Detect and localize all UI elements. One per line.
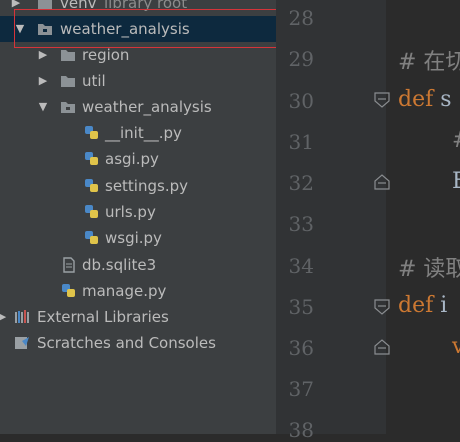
line-number: 34 bbox=[288, 254, 314, 278]
python-file-icon bbox=[85, 126, 98, 139]
line-number: 37 bbox=[288, 377, 314, 401]
library-icon bbox=[15, 310, 29, 323]
tree-item-asgi-py[interactable]: asgi.py bbox=[0, 146, 276, 172]
tree-item-label: wsgi.py bbox=[105, 229, 162, 247]
python-file-icon bbox=[85, 231, 98, 244]
python-file-icon bbox=[62, 284, 75, 297]
tree-item-label: db.sqlite3 bbox=[82, 256, 157, 274]
code-keyword: def bbox=[398, 293, 434, 318]
project-tree-panel: ▶ venv library root ▼ weather_analysis ▶… bbox=[0, 0, 276, 434]
scratches-icon bbox=[15, 337, 29, 349]
folder-icon bbox=[61, 50, 75, 61]
tree-item-util[interactable]: ▶ util bbox=[0, 68, 276, 94]
expand-arrow-icon[interactable]: ▶ bbox=[37, 68, 49, 94]
tree-item-external-libraries[interactable]: ▶ External Libraries bbox=[0, 304, 276, 330]
tree-item-manage-py[interactable]: manage.py bbox=[0, 278, 276, 304]
line-number: 30 bbox=[288, 89, 314, 113]
tree-item-label: __init__.py bbox=[105, 124, 182, 142]
tree-item-urls-py[interactable]: urls.py bbox=[0, 199, 276, 225]
tree-item-init-py[interactable]: __init__.py bbox=[0, 120, 276, 146]
code-line[interactable]: v bbox=[452, 334, 460, 359]
expand-arrow-icon[interactable]: ▶ bbox=[0, 304, 8, 330]
text-file-icon bbox=[63, 257, 75, 273]
line-number: 31 bbox=[288, 130, 314, 154]
tree-item-db-sqlite3[interactable]: db.sqlite3 bbox=[0, 252, 276, 278]
line-number: 38 bbox=[288, 418, 314, 442]
code-identifier: i bbox=[440, 293, 448, 318]
python-file-icon bbox=[85, 152, 98, 165]
code-comment[interactable]: # 读取 bbox=[398, 251, 460, 283]
fold-end-marker-icon[interactable] bbox=[373, 173, 391, 191]
highlight-annotation-box bbox=[14, 9, 276, 48]
tree-item-settings-py[interactable]: settings.py bbox=[0, 173, 276, 199]
tree-item-weather-analysis-package[interactable]: ▼ weather_analysis bbox=[0, 94, 276, 120]
tree-item-label: urls.py bbox=[105, 203, 156, 221]
tree-item-label: settings.py bbox=[105, 177, 188, 195]
python-file-icon bbox=[85, 205, 98, 218]
line-number: 36 bbox=[288, 336, 314, 360]
code-line[interactable]: def i bbox=[398, 293, 447, 318]
code-comment[interactable]: # bbox=[452, 128, 460, 153]
fold-marker-icon[interactable] bbox=[373, 91, 391, 109]
fold-marker-icon[interactable] bbox=[373, 298, 391, 316]
code-keyword: def bbox=[398, 87, 434, 112]
line-number: 29 bbox=[288, 47, 314, 71]
collapse-arrow-icon[interactable]: ▼ bbox=[37, 94, 49, 120]
tree-item-label: Scratches and Consoles bbox=[37, 334, 216, 352]
line-number: 33 bbox=[288, 212, 314, 236]
tree-item-label: manage.py bbox=[82, 282, 167, 300]
folder-icon bbox=[61, 76, 75, 87]
line-number: 35 bbox=[288, 295, 314, 319]
tree-item-scratches-and-consoles[interactable]: Scratches and Consoles bbox=[0, 330, 276, 356]
tree-item-wsgi-py[interactable]: wsgi.py bbox=[0, 225, 276, 251]
code-line[interactable]: def s bbox=[398, 87, 452, 112]
code-line[interactable]: E bbox=[452, 169, 460, 194]
python-file-icon bbox=[85, 179, 98, 192]
line-number: 28 bbox=[288, 6, 314, 30]
tree-item-label: util bbox=[82, 72, 106, 90]
package-folder-icon bbox=[61, 102, 75, 113]
tree-item-label: asgi.py bbox=[105, 150, 159, 168]
line-number: 32 bbox=[288, 171, 314, 195]
code-identifier: s bbox=[440, 87, 452, 112]
code-comment[interactable]: # 在切 bbox=[398, 44, 460, 76]
tree-item-label: weather_analysis bbox=[82, 98, 212, 116]
tree-item-label: External Libraries bbox=[37, 308, 169, 326]
fold-end-marker-icon[interactable] bbox=[373, 338, 391, 356]
